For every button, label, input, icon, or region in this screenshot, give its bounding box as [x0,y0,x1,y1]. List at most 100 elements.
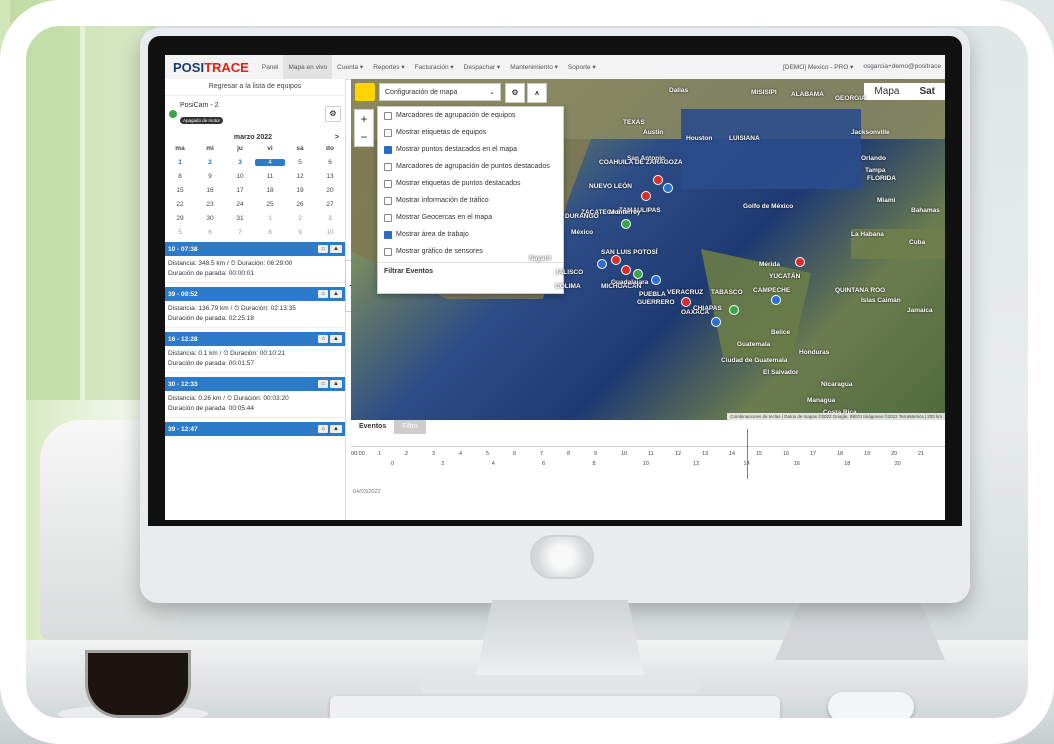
calendar-day[interactable]: 19 [285,187,315,194]
checkbox[interactable] [384,179,392,188]
app-logo[interactable]: POSITRACE [165,60,257,75]
calendar-day[interactable]: 9 [195,173,225,180]
map-marker[interactable] [771,295,781,305]
trip-action-icon[interactable]: ▲ [330,290,342,298]
zoom-in-button[interactable]: + [355,110,373,128]
trip-header[interactable]: 39 - 12:47 ⌂ ▲ [165,422,345,436]
calendar-day[interactable]: 7 [225,229,255,236]
calendar-day[interactable]: 31 [225,215,255,222]
calendar-day[interactable]: 10 [225,173,255,180]
calendar-day[interactable]: 4 [255,159,285,166]
map-marker[interactable] [663,183,673,193]
trip-action-icon[interactable]: ⌂ [318,425,329,433]
nav-live-map[interactable]: Mapa en vivo [283,55,333,79]
calendar-day[interactable]: 6 [195,229,225,236]
nav-billing[interactable]: Facturación ▾ [410,55,459,79]
calendar-day[interactable]: 12 [285,173,315,180]
street-view-pegman[interactable] [355,83,375,101]
trip-action-icon[interactable]: ▲ [330,245,342,253]
trip-header[interactable]: 10 - 07:38 ⌂ ▲ [165,242,345,256]
calendar-day[interactable]: 6 [315,159,345,166]
calendar-day[interactable]: 10 [315,229,345,236]
calendar-day[interactable]: 3 [315,215,345,222]
back-to-device-list[interactable]: Regresar a la lista de equipos [165,79,345,96]
checkbox[interactable] [384,111,392,120]
trip-header[interactable]: 16 - 12:28 ⌂ ▲ [165,332,345,346]
calendar-day[interactable]: 18 [255,187,285,194]
calendar-day[interactable]: 1 [255,215,285,222]
device-settings-button[interactable]: ⚙ [325,106,341,122]
trip-header[interactable]: 30 - 12:33 ⌂ ▲ [165,377,345,391]
user-email[interactable]: osgarcia+demo@positrace [863,63,941,71]
calendar-day[interactable]: 23 [195,201,225,208]
map-config-option[interactable]: Mostrar puntos destacados en el mapa [378,141,563,158]
map-config-option[interactable]: Marcadores de agrupación de puntos desta… [378,158,563,175]
map-marker[interactable] [729,305,739,315]
nav-account[interactable]: Cuenta ▾ [332,55,368,79]
calendar-day[interactable]: 3 [225,159,255,166]
trip-action-icon[interactable]: ⌂ [318,380,329,388]
checkbox[interactable] [384,128,392,137]
device-row[interactable]: PosiCam - 2 Apagado de motor ⚙ [165,96,345,132]
calendar-day[interactable]: 8 [255,229,285,236]
nav-dispatch[interactable]: Despachar ▾ [459,55,506,79]
calendar-day[interactable]: 11 [255,173,285,180]
nav-panel[interactable]: Panel [257,55,284,79]
calendar-day[interactable]: 2 [195,159,225,166]
map-config-option[interactable]: Mostrar área de trabajo [378,226,563,243]
checkbox[interactable] [384,213,392,222]
checkbox[interactable] [384,162,392,171]
map-config-option[interactable]: Marcadores de agrupación de equipos [378,107,563,124]
calendar-day[interactable]: 29 [165,215,195,222]
calendar-day[interactable]: 16 [195,187,225,194]
map-marker[interactable] [597,259,607,269]
checkbox[interactable] [384,230,392,239]
checkbox[interactable] [384,196,392,205]
map-marker[interactable] [621,219,631,229]
map-config-dropdown[interactable]: Configuración de mapa ⌄ [379,83,501,101]
calendar-day[interactable]: 20 [315,187,345,194]
account-selector[interactable]: [DEMO] Mexico - PRO ▾ [783,63,853,71]
map-marker[interactable] [621,265,631,275]
nav-reports[interactable]: Reportes ▾ [368,55,409,79]
map-type-satellite[interactable]: Sat [909,83,945,100]
map-settings-button[interactable]: ⚙ [505,83,525,103]
map-marker[interactable] [641,191,651,201]
tab-filter[interactable]: Filtro [394,420,426,434]
calendar-day[interactable]: 15 [165,187,195,194]
calendar-day[interactable]: 13 [315,173,345,180]
tab-events[interactable]: Eventos [351,420,395,434]
map-marker[interactable] [711,317,721,327]
calendar-day[interactable]: 22 [165,201,195,208]
map-marker[interactable] [651,275,661,285]
map-marker[interactable] [611,255,621,265]
calendar-day[interactable]: 24 [225,201,255,208]
calendar-day[interactable]: 17 [225,187,255,194]
calendar-day[interactable]: 26 [285,201,315,208]
calendar-day[interactable]: 5 [285,159,315,166]
checkbox[interactable] [384,145,392,154]
trip-action-icon[interactable]: ⌂ [318,335,329,343]
calendar-day[interactable]: 9 [285,229,315,236]
filter-events-button[interactable]: Filtrar Eventos [378,262,563,280]
trip-action-icon[interactable]: ▲ [330,380,342,388]
timeline[interactable]: 00:00 1 2 3 4 5 6 7 8 9 10 11 12 13 14 15 16 17 18 19 20 21 0… [351,429,945,495]
map-config-option[interactable]: Mostrar etiquetas de puntos destacados [378,175,563,192]
calendar-day[interactable]: 30 [195,215,225,222]
calendar-day[interactable]: 5 [165,229,195,236]
map-marker[interactable] [633,269,643,279]
trip-action-icon[interactable]: ▲ [330,335,342,343]
trip-header[interactable]: 39 - 09:52 ⌂ ▲ [165,287,345,301]
nav-support[interactable]: Soporte ▾ [563,55,601,79]
trip-action-icon[interactable]: ⌂ [318,245,329,253]
calendar-day[interactable]: 27 [315,201,345,208]
trip-action-icon[interactable]: ▲ [330,425,342,433]
map[interactable]: Configuración de mapa ⌄ ⚙ ⩚ + − Marcador… [351,79,945,420]
map-config-option[interactable]: Mostrar Geocercas en el mapa [378,209,563,226]
map-marker[interactable] [653,175,663,185]
zoom-out-button[interactable]: − [355,128,373,146]
trip-action-icon[interactable]: ⌂ [318,290,329,298]
nav-maintenance[interactable]: Mantenimiento ▾ [505,55,563,79]
map-config-option[interactable]: Mostrar información de tráfico [378,192,563,209]
calendar-day[interactable]: 25 [255,201,285,208]
